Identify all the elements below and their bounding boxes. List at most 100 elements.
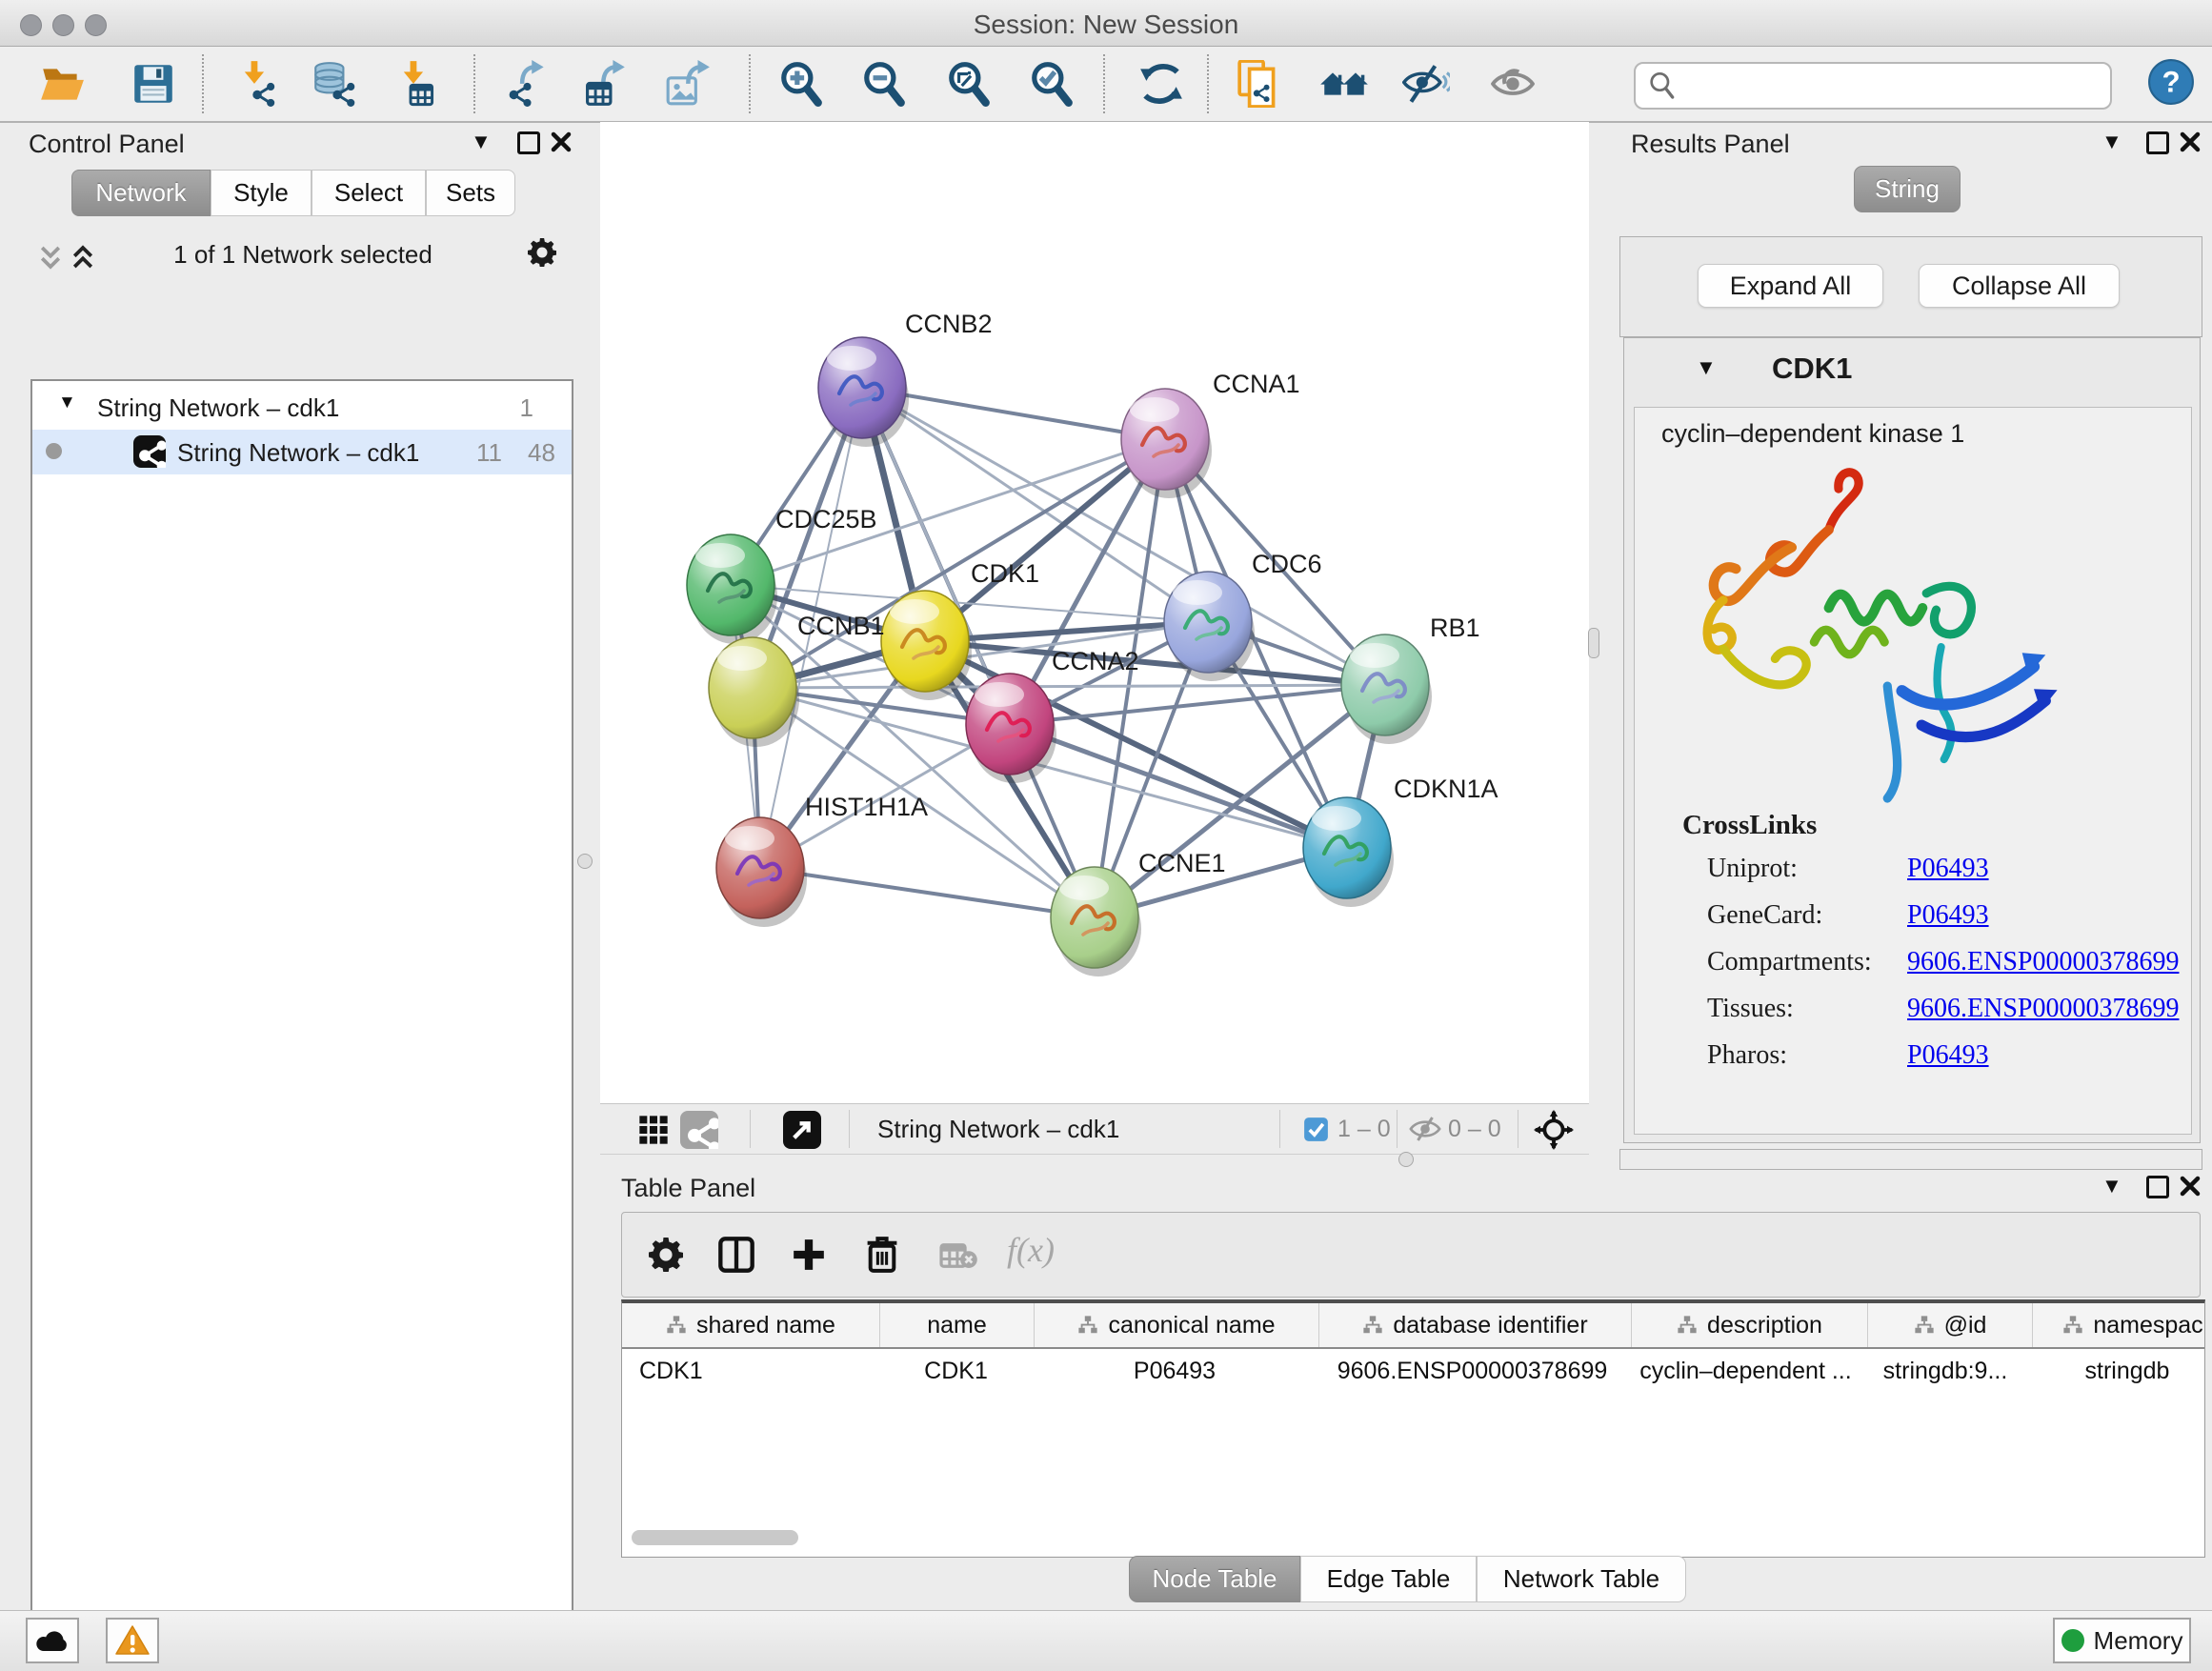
network-node-CDKN1A[interactable] bbox=[1303, 797, 1394, 907]
panel-close-icon[interactable] bbox=[2180, 1176, 2201, 1197]
zoom-in-icon[interactable] bbox=[777, 60, 825, 108]
network-node-CCNE1[interactable] bbox=[1051, 867, 1141, 976]
network-node-RB1[interactable] bbox=[1341, 634, 1432, 744]
cloud-services-button[interactable] bbox=[26, 1618, 79, 1663]
collapse-all-button[interactable]: Collapse All bbox=[1919, 264, 2120, 308]
panel-float-icon[interactable] bbox=[517, 131, 540, 154]
show-all-icon[interactable] bbox=[1489, 60, 1537, 108]
export-table-icon[interactable] bbox=[581, 60, 629, 108]
tab-string[interactable]: String bbox=[1854, 166, 1961, 212]
network-graph[interactable]: CCNB2CCNA1CDC25BCDK1CDC6RB1CCNB1CCNA2CDK… bbox=[600, 122, 1589, 1103]
tab-style[interactable]: Style bbox=[211, 170, 312, 216]
tab-node-table[interactable]: Node Table bbox=[1129, 1556, 1300, 1602]
crosslink-value[interactable]: P06493 bbox=[1907, 854, 1989, 884]
column-header-database-identifier[interactable]: database identifier bbox=[1319, 1303, 1632, 1347]
tab-sets[interactable]: Sets bbox=[426, 170, 515, 216]
panel-close-icon[interactable] bbox=[2180, 131, 2201, 152]
statusbar-separator bbox=[1397, 1110, 1398, 1148]
table-row[interactable]: CDK1CDK1P064939606.ENSP00000378699cyclin… bbox=[622, 1349, 2204, 1393]
network-node-HIST1H1A[interactable] bbox=[716, 817, 807, 927]
column-header--id[interactable]: @id bbox=[1868, 1303, 2033, 1347]
collapse-all-tree-icon[interactable] bbox=[69, 242, 97, 272]
panel-float-icon[interactable] bbox=[2146, 1176, 2169, 1198]
panel-menu-icon[interactable]: ▼ bbox=[2101, 1174, 2122, 1198]
network-canvas[interactable]: CCNB2CCNA1CDC25BCDK1CDC6RB1CCNB1CCNA2CDK… bbox=[600, 122, 1589, 1103]
crosslink-value[interactable]: P06493 bbox=[1907, 900, 1989, 931]
refresh-icon[interactable] bbox=[1137, 60, 1185, 108]
table-cell[interactable]: stringdb bbox=[2027, 1349, 2205, 1393]
table-cell[interactable]: 9606.ENSP00000378699 bbox=[1317, 1349, 1628, 1393]
add-column-icon[interactable] bbox=[790, 1236, 828, 1274]
network-options-gear-icon[interactable] bbox=[528, 238, 556, 267]
panel-close-icon[interactable] bbox=[551, 131, 572, 152]
show-columns-icon[interactable] bbox=[717, 1236, 755, 1274]
tab-network-table[interactable]: Network Table bbox=[1477, 1556, 1686, 1602]
network-row-selected[interactable]: String Network – cdk1 11 48 bbox=[32, 430, 572, 474]
left-splitter-handle[interactable] bbox=[577, 854, 593, 869]
search-input[interactable] bbox=[1683, 66, 2110, 106]
network-edge[interactable] bbox=[1095, 439, 1165, 917]
zoom-selected-icon[interactable] bbox=[1028, 60, 1076, 108]
network-edge[interactable] bbox=[1010, 685, 1385, 724]
import-table-icon[interactable] bbox=[391, 60, 438, 108]
network-node-CCNA2[interactable] bbox=[966, 674, 1056, 783]
expand-all-button[interactable]: Expand All bbox=[1698, 264, 1883, 308]
open-session-icon[interactable] bbox=[38, 60, 86, 108]
collection-count: 1 bbox=[520, 393, 533, 423]
panel-menu-icon[interactable]: ▼ bbox=[471, 130, 492, 154]
tab-select[interactable]: Select bbox=[312, 170, 426, 216]
tree-expander-icon[interactable]: ▼ bbox=[58, 393, 76, 413]
copy-style-icon[interactable] bbox=[1236, 60, 1283, 108]
horizontal-scrollbar-thumb[interactable] bbox=[632, 1530, 798, 1545]
export-network-icon[interactable] bbox=[504, 60, 552, 108]
help-icon[interactable]: ? bbox=[2147, 58, 2195, 106]
network-node-CCNB1[interactable] bbox=[709, 637, 799, 747]
crosslink-value[interactable]: 9606.ENSP00000378699 bbox=[1907, 947, 2179, 977]
tab-edge-table[interactable]: Edge Table bbox=[1300, 1556, 1477, 1602]
import-network-from-database-icon[interactable] bbox=[310, 60, 357, 108]
hidden-eye-icon[interactable] bbox=[1408, 1117, 1442, 1141]
table-cell[interactable]: CDK1 bbox=[622, 1349, 879, 1393]
network-view-icon[interactable] bbox=[680, 1111, 718, 1149]
zoom-fit-icon[interactable] bbox=[945, 60, 993, 108]
column-header-name[interactable]: name bbox=[880, 1303, 1035, 1347]
crosslink-value[interactable]: 9606.ENSP00000378699 bbox=[1907, 994, 2179, 1024]
table-cell[interactable]: stringdb:9... bbox=[1863, 1349, 2027, 1393]
table-cell[interactable]: P06493 bbox=[1033, 1349, 1317, 1393]
save-session-icon[interactable] bbox=[130, 60, 177, 108]
expand-all-tree-icon[interactable] bbox=[36, 242, 65, 272]
first-neighbors-icon[interactable] bbox=[1317, 60, 1371, 108]
column-header-canonical-name[interactable]: canonical name bbox=[1035, 1303, 1319, 1347]
horizontal-splitter-handle[interactable] bbox=[1398, 1152, 1414, 1167]
network-edge[interactable] bbox=[760, 868, 1095, 917]
network-edge[interactable] bbox=[753, 685, 1385, 688]
detach-view-icon[interactable] bbox=[783, 1111, 821, 1149]
table-cell[interactable]: cyclin–dependent ... bbox=[1628, 1349, 1863, 1393]
gene-expander-icon[interactable]: ▼ bbox=[1696, 355, 1717, 380]
column-header-namespac[interactable]: namespac bbox=[2033, 1303, 2205, 1347]
toolbar-separator bbox=[1103, 54, 1105, 113]
column-header-shared-name[interactable]: shared name bbox=[622, 1303, 880, 1347]
export-image-icon[interactable] bbox=[664, 60, 712, 108]
network-edge[interactable] bbox=[1010, 724, 1347, 848]
network-node-CCNA1[interactable] bbox=[1121, 389, 1212, 498]
tab-network[interactable]: Network bbox=[71, 170, 211, 216]
crosslink-value[interactable]: P06493 bbox=[1907, 1040, 1989, 1071]
delete-column-icon[interactable] bbox=[864, 1236, 900, 1274]
grid-view-icon[interactable] bbox=[638, 1115, 669, 1145]
right-splitter-handle[interactable] bbox=[1588, 628, 1599, 658]
warnings-button[interactable] bbox=[106, 1618, 159, 1663]
memory-button[interactable]: Memory bbox=[2053, 1618, 2191, 1663]
network-node-CDC25B[interactable] bbox=[687, 534, 777, 644]
panel-menu-icon[interactable]: ▼ bbox=[2101, 130, 2122, 154]
hide-selected-icon[interactable] bbox=[1402, 60, 1450, 108]
birds-eye-crosshair-icon[interactable] bbox=[1534, 1110, 1574, 1150]
panel-float-icon[interactable] bbox=[2146, 131, 2169, 154]
table-cell[interactable]: CDK1 bbox=[879, 1349, 1033, 1393]
column-header-description[interactable]: description bbox=[1632, 1303, 1868, 1347]
import-network-icon[interactable] bbox=[231, 60, 279, 108]
zoom-out-icon[interactable] bbox=[860, 60, 908, 108]
network-collection-row[interactable]: ▼ String Network – cdk1 1 bbox=[32, 385, 572, 430]
selected-checkbox-icon[interactable] bbox=[1303, 1117, 1329, 1142]
table-options-gear-icon[interactable] bbox=[649, 1238, 683, 1272]
